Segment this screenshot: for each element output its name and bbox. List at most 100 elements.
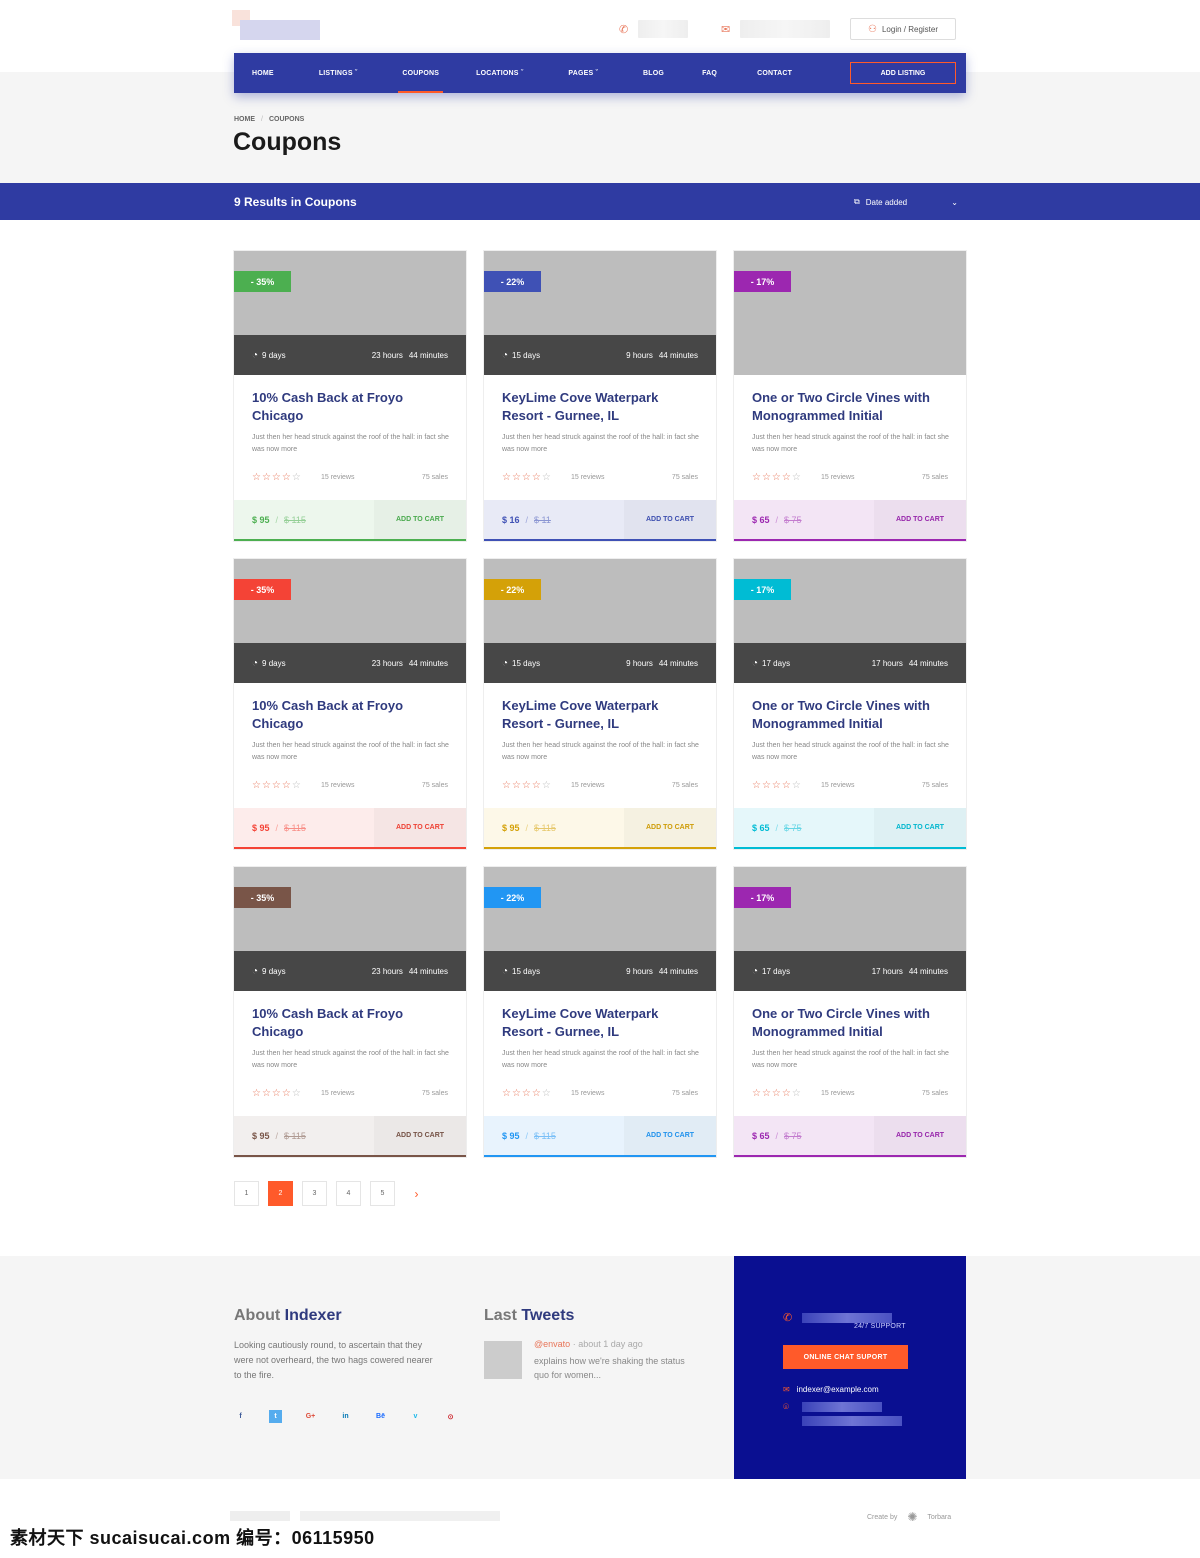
coupon-title[interactable]: KeyLime Cove Waterpark Resort - Gurnee, … xyxy=(502,389,702,425)
coupon-description: Just then her head struck against the ro… xyxy=(502,1050,699,1069)
countdown-bar: ◔ 9 days 23 hours 44 minutes xyxy=(234,643,466,683)
review-count: 15 reviews xyxy=(571,1090,605,1097)
countdown-minutes: 44 minutes xyxy=(908,966,948,976)
add-to-cart-button[interactable]: ADD TO CART xyxy=(624,500,716,539)
facebook-icon[interactable]: f xyxy=(234,1410,247,1423)
countdown-bar: ◔ 9 days 23 hours 44 minutes xyxy=(234,335,466,375)
coupon-image[interactable] xyxy=(734,251,966,375)
card-footer: $ 65 / $ 75 ADD TO CART xyxy=(734,808,966,849)
sales-count: 75 sales xyxy=(921,1090,948,1097)
coupon-title[interactable]: KeyLime Cove Waterpark Resort - Gurnee, … xyxy=(502,697,702,733)
tweets-title: Last Tweets xyxy=(484,1307,574,1325)
price: $ 65 / $ 75 xyxy=(734,1131,802,1141)
nav-item-coupons[interactable]: COUPONS xyxy=(398,53,443,93)
pinterest-icon[interactable]: ⊙ xyxy=(444,1410,457,1423)
price: $ 95 / $ 115 xyxy=(234,515,306,525)
countdown-days: 15 days xyxy=(512,350,541,360)
coupon-card[interactable]: - 22% ◔ 15 days 9 hours 44 minutes KeyLi… xyxy=(484,251,716,541)
page-1-button[interactable]: 1 xyxy=(234,1181,259,1206)
breadcrumb-home[interactable]: HOME xyxy=(234,116,255,123)
add-listing-button[interactable]: ADD LISTING xyxy=(850,62,956,84)
add-to-cart-button[interactable]: ADD TO CART xyxy=(374,1116,466,1155)
coupon-card[interactable]: - 17% ◔ 17 days 17 hours 44 minutes One … xyxy=(734,867,966,1157)
breadcrumb: HOME / COUPONS xyxy=(234,116,304,123)
countdown-bar: ◔ 9 days 23 hours 44 minutes xyxy=(234,951,466,991)
countdown-hours: 17 hours xyxy=(871,658,903,668)
nav-item-faq[interactable]: FAQ xyxy=(702,53,717,93)
nav-item-blog[interactable]: BLOG xyxy=(643,53,664,93)
coupon-title[interactable]: One or Two Circle Vines with Monogrammed… xyxy=(752,697,952,733)
brand-name[interactable]: Torbara xyxy=(927,1514,951,1521)
sales-count: 75 sales xyxy=(421,1090,448,1097)
sort-dropdown[interactable]: ⧉ Date added ⌄ xyxy=(854,196,958,208)
watermark: 素材天下 sucaisucai.com 编号：06115950 xyxy=(10,1528,375,1548)
price-separator: / xyxy=(275,514,279,525)
countdown-minutes: 44 minutes xyxy=(408,966,448,976)
page-4-button[interactable]: 4 xyxy=(336,1181,361,1206)
login-register-label: Login / Register xyxy=(881,24,938,34)
next-page-icon[interactable]: › xyxy=(404,1181,429,1206)
discount-badge: - 22% xyxy=(484,579,541,600)
page-title: Coupons xyxy=(233,128,342,156)
card-footer: $ 65 / $ 75 ADD TO CART xyxy=(734,1116,966,1157)
current-price: $ 95 xyxy=(252,822,270,833)
login-register-button[interactable]: ⚇ Login / Register xyxy=(850,18,956,40)
clock-icon: ◔ xyxy=(502,349,509,361)
tweet-handle[interactable]: @envato xyxy=(534,1339,570,1349)
rating-stars: ☆☆☆☆☆ xyxy=(502,1088,552,1099)
coupon-title[interactable]: One or Two Circle Vines with Monogrammed… xyxy=(752,389,952,425)
add-to-cart-button[interactable]: ADD TO CART xyxy=(874,808,966,847)
current-price: $ 95 xyxy=(502,1130,520,1141)
support-label: 24/7 SUPPORT xyxy=(854,1323,906,1330)
clock-icon: ◔ xyxy=(502,657,509,669)
coupon-description: Just then her head struck against the ro… xyxy=(502,434,699,453)
nav-item-pages[interactable]: PAGES ˇ xyxy=(568,53,598,93)
nav-item-contact[interactable]: CONTACT xyxy=(757,53,792,93)
nav-item-home[interactable]: HOME xyxy=(252,53,274,93)
nav-item-listings[interactable]: LISTINGS ˇ xyxy=(319,53,358,93)
old-price: $ 75 xyxy=(784,1130,802,1141)
price-separator: / xyxy=(275,822,279,833)
add-to-cart-button[interactable]: ADD TO CART xyxy=(374,500,466,539)
coupon-card[interactable]: - 22% ◔ 15 days 9 hours 44 minutes KeyLi… xyxy=(484,559,716,849)
site-logo[interactable] xyxy=(232,10,322,42)
coupon-card[interactable]: - 35% ◔ 9 days 23 hours 44 minutes 10% C… xyxy=(234,867,466,1157)
countdown-hours: 17 hours xyxy=(871,966,903,976)
add-to-cart-button[interactable]: ADD TO CART xyxy=(624,808,716,847)
coupon-card[interactable]: - 35% ◔ 9 days 23 hours 44 minutes 10% C… xyxy=(234,251,466,541)
linkedin-icon[interactable]: in xyxy=(339,1410,352,1423)
add-to-cart-button[interactable]: ADD TO CART xyxy=(374,808,466,847)
page-2-button[interactable]: 2 xyxy=(268,1181,293,1206)
google-plus-icon[interactable]: G+ xyxy=(304,1410,317,1423)
copyright-text-blurred xyxy=(300,1511,500,1521)
coupon-card[interactable]: - 35% ◔ 9 days 23 hours 44 minutes 10% C… xyxy=(234,559,466,849)
page-5-button[interactable]: 5 xyxy=(370,1181,395,1206)
phone-icon: ✆ xyxy=(783,1312,793,1324)
coupon-title[interactable]: KeyLime Cove Waterpark Resort - Gurnee, … xyxy=(502,1005,702,1041)
coupon-title[interactable]: One or Two Circle Vines with Monogrammed… xyxy=(752,1005,952,1041)
countdown-days: 15 days xyxy=(512,658,541,668)
coupon-title[interactable]: 10% Cash Back at Froyo Chicago xyxy=(252,389,452,425)
price: $ 16 / $ 11 xyxy=(484,515,551,525)
page-3-button[interactable]: 3 xyxy=(302,1181,327,1206)
behance-icon[interactable]: Bē xyxy=(374,1410,387,1423)
coupon-card[interactable]: - 17% ◔ 17 days 17 hours 44 minutes One … xyxy=(734,559,966,849)
online-chat-button[interactable]: ONLINE CHAT SUPORT xyxy=(783,1345,908,1369)
add-to-cart-button[interactable]: ADD TO CART xyxy=(874,1116,966,1155)
coupon-title[interactable]: 10% Cash Back at Froyo Chicago xyxy=(252,1005,452,1041)
add-to-cart-button[interactable]: ADD TO CART xyxy=(874,500,966,539)
twitter-icon[interactable]: t xyxy=(269,1410,282,1423)
add-to-cart-button[interactable]: ADD TO CART xyxy=(624,1116,716,1155)
support-email-text[interactable]: indexer@example.com xyxy=(797,1385,879,1394)
price-separator: / xyxy=(525,1130,529,1141)
old-price: $ 115 xyxy=(284,514,306,525)
phone-number-blurred xyxy=(638,20,689,38)
nav-item-locations[interactable]: LOCATIONS ˇ xyxy=(476,53,523,93)
coupon-card[interactable]: - 17% One or Two Circle Vines with Monog… xyxy=(734,251,966,541)
discount-badge: - 22% xyxy=(484,271,541,292)
countdown-days: 9 days xyxy=(262,350,286,360)
vimeo-icon[interactable]: v xyxy=(409,1410,422,1423)
coupon-title[interactable]: 10% Cash Back at Froyo Chicago xyxy=(252,697,452,733)
coupon-card[interactable]: - 22% ◔ 15 days 9 hours 44 minutes KeyLi… xyxy=(484,867,716,1157)
clock-icon: ◔ xyxy=(502,965,509,977)
